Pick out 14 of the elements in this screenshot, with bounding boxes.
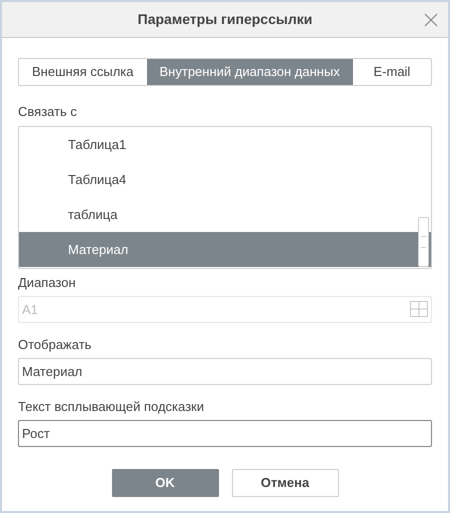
window-title: Параметры гиперссылки: [138, 10, 312, 29]
cancel-button[interactable]: Отмена: [232, 469, 338, 497]
field-label: Текст всплывающей подсказки: [18, 399, 205, 415]
field-label: Отображать: [18, 337, 92, 353]
scrollbar-thumb[interactable]: [418, 217, 429, 267]
field-label: Диапазон: [18, 275, 77, 291]
field-label: Связать с: [18, 104, 78, 120]
tooltip-field[interactable]: Рост: [18, 420, 432, 447]
display-field[interactable]: Материал: [18, 358, 432, 385]
grid-icon[interactable]: [410, 301, 428, 317]
list-item[interactable]: Материал: [19, 232, 431, 267]
close-icon[interactable]: [424, 13, 438, 27]
tab[interactable]: Внутренний диапазон данных: [146, 59, 353, 85]
ok-button[interactable]: OK: [112, 469, 218, 497]
